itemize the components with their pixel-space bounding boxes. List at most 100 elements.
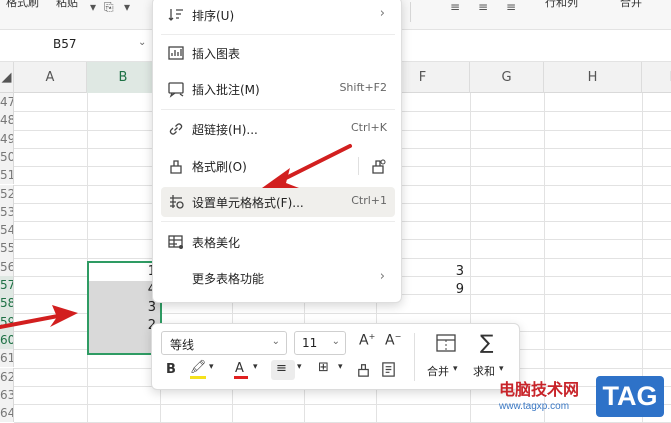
name-box[interactable]: B57 ⌄: [0, 30, 158, 61]
decrease-font-size-icon[interactable]: A−: [385, 332, 401, 349]
row-header-56[interactable]: 56: [0, 257, 14, 276]
row-header-61[interactable]: 61: [0, 349, 14, 368]
column-gridline: [87, 93, 88, 423]
menu-separator: [161, 34, 395, 35]
menu-separator: [161, 221, 395, 222]
select-all-corner[interactable]: ◢: [0, 62, 14, 93]
increase-font-size-icon[interactable]: A+: [359, 332, 375, 349]
column-header-a[interactable]: A: [14, 62, 87, 93]
context-menu: 排序(U) › 插入图表 插入批注(M) Shift+F2 超链接(H)... …: [152, 0, 402, 303]
toolbar-separator: [414, 333, 415, 381]
chevron-down-icon[interactable]: ▾: [453, 364, 458, 374]
watermark-url: www.tagxp.com: [499, 401, 570, 412]
row-header-57[interactable]: 57: [0, 276, 14, 295]
font-size-select[interactable]: 11 ⌄: [294, 331, 346, 355]
watermark-logo: TAG: [596, 376, 664, 417]
sum-icon[interactable]: ∑: [480, 330, 493, 354]
chevron-down-icon[interactable]: ▾: [209, 362, 214, 372]
menu-item-label: 插入批注(M): [192, 83, 260, 97]
mini-toolbar: 等线 ⌄ 11 ⌄ A+ A− B 🖍 ▾ A ▾ ≡ ▾ ⊞ ▾ 合并 ▾ ∑…: [151, 323, 520, 390]
row-header-48[interactable]: 48: [0, 111, 14, 130]
menu-item-insert-chart[interactable]: 插入图表: [161, 38, 395, 68]
menu-item-insert-comment[interactable]: 插入批注(M) Shift+F2: [161, 74, 395, 104]
row-header-53[interactable]: 53: [0, 202, 14, 222]
chevron-down-icon[interactable]: ▾: [297, 362, 302, 372]
chevron-down-icon[interactable]: ▾: [253, 362, 258, 372]
font-color-swatch: [234, 376, 248, 379]
font-color-icon[interactable]: A: [235, 361, 244, 376]
chevron-down-icon[interactable]: ⌄: [138, 37, 146, 48]
menu-item-hyperlink[interactable]: 超链接(H)... Ctrl+K: [161, 114, 395, 144]
align-center-icon[interactable]: ≡: [276, 361, 287, 376]
row-header-51[interactable]: 51: [0, 166, 14, 185]
format-painter-ribbon-button[interactable]: 格式刷: [6, 0, 39, 10]
column-gridline: [544, 93, 545, 423]
merge-ribbon-button[interactable]: 合并: [620, 0, 642, 10]
merge-label[interactable]: 合并: [427, 363, 449, 379]
menu-item-format-cells[interactable]: 设置单元格格式(F)... Ctrl+1: [161, 187, 395, 217]
column-header-b[interactable]: B: [87, 62, 160, 93]
column-header-h[interactable]: H: [544, 62, 642, 93]
cell-style-icon[interactable]: [380, 361, 397, 378]
format-painter-icon: [170, 160, 182, 174]
align-left-icon[interactable]: ≡: [450, 0, 460, 14]
table-beautify-icon: [168, 235, 183, 249]
row-header-50[interactable]: 50: [0, 147, 14, 167]
format-painter-icon[interactable]: [355, 361, 372, 378]
highlight-icon[interactable]: 🖍: [190, 360, 207, 375]
menu-item-table-beautify[interactable]: 表格美化: [161, 227, 395, 257]
chevron-down-icon: ⌄: [271, 336, 280, 347]
menu-item-format-painter[interactable]: 格式刷(O): [161, 151, 395, 181]
row-header-58[interactable]: 58: [0, 294, 14, 313]
chevron-down-icon[interactable]: ▾: [338, 362, 343, 372]
insert-chart-icon: [168, 46, 184, 60]
menu-item-label: 超链接(H)...: [192, 123, 258, 137]
menu-item-shortcut: Ctrl+1: [351, 194, 387, 207]
row-header-59[interactable]: 59: [0, 312, 14, 331]
column-header-i[interactable]: I: [642, 62, 671, 93]
chevron-down-icon[interactable]: ▾: [124, 0, 130, 14]
chevron-down-icon[interactable]: ▾: [90, 0, 96, 14]
align-center-icon[interactable]: ≡: [478, 0, 488, 14]
menu-item-label: 插入图表: [192, 47, 241, 61]
row-header-49[interactable]: 49: [0, 129, 14, 148]
link-icon: [169, 123, 183, 135]
paste-ribbon-button[interactable]: 粘贴: [56, 0, 78, 10]
menu-item-label: 设置单元格格式(F)...: [192, 196, 304, 210]
menu-item-label: 格式刷(O): [192, 160, 247, 174]
menu-item-label: 排序(U): [192, 9, 235, 23]
clipboard-icon[interactable]: ⎘: [104, 0, 114, 15]
column-header-g[interactable]: G: [470, 62, 544, 93]
menu-item-shortcut: Shift+F2: [339, 81, 387, 94]
row-header-62[interactable]: 62: [0, 367, 14, 386]
sort-icon: [168, 9, 183, 21]
highlight-color-swatch: [190, 376, 206, 379]
row-header-64[interactable]: 64: [0, 404, 14, 423]
sum-label[interactable]: 求和: [473, 363, 495, 379]
menu-item-divider: [358, 157, 359, 175]
row-header-55[interactable]: 55: [0, 239, 14, 258]
row-header-63[interactable]: 63: [0, 385, 14, 405]
row-header-60[interactable]: 60: [0, 330, 14, 350]
font-name-select[interactable]: 等线 ⌄: [161, 331, 287, 355]
menu-separator: [161, 109, 395, 110]
format-painter-lock-icon[interactable]: [369, 157, 387, 175]
menu-item-more-table-functions[interactable]: 更多表格功能 ›: [161, 263, 395, 293]
bold-icon[interactable]: B: [166, 362, 176, 377]
merge-icon[interactable]: [435, 333, 457, 353]
borders-icon[interactable]: ⊞: [318, 360, 329, 375]
watermark-site-name: 电脑技术网: [499, 380, 580, 399]
rows-columns-ribbon-button[interactable]: 行和列: [545, 0, 578, 10]
row-header-54[interactable]: 54: [0, 221, 14, 240]
chevron-down-icon: ⌄: [331, 336, 340, 347]
row-gridline: [14, 404, 671, 406]
comment-icon: [168, 82, 184, 98]
align-right-icon[interactable]: ≡: [506, 0, 516, 14]
row-header-47[interactable]: 47: [0, 93, 14, 112]
menu-item-label: 更多表格功能: [192, 272, 265, 286]
chevron-down-icon[interactable]: ▾: [499, 364, 504, 374]
menu-item-sort[interactable]: 排序(U) ›: [161, 0, 395, 30]
row-header-52[interactable]: 52: [0, 184, 14, 203]
font-size-value: 11: [302, 336, 318, 350]
chevron-right-icon: ›: [379, 269, 385, 284]
